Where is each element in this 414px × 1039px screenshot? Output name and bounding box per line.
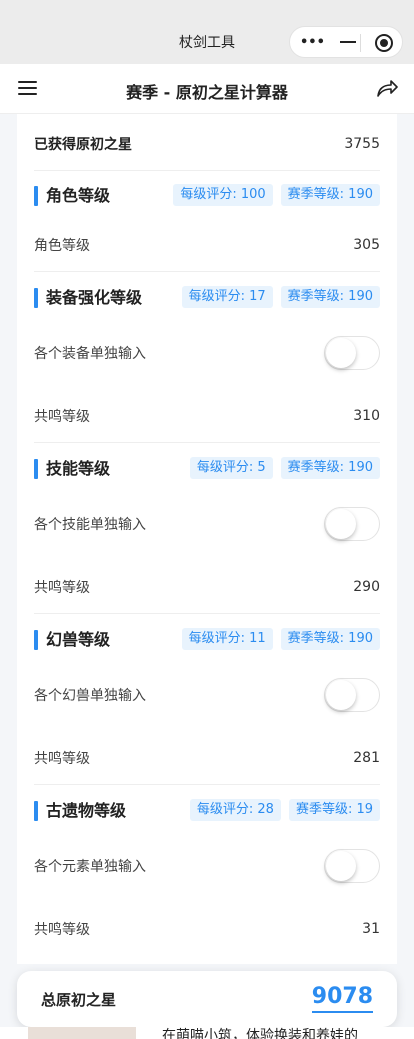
individual-input-toggle[interactable] — [324, 336, 380, 370]
toggle-label: 各个幻兽单独输入 — [34, 688, 146, 704]
toggle-knob — [326, 338, 356, 368]
section-tags: 每级评分: 100 赛季等级: 190 — [173, 184, 380, 206]
navbar: 赛季 - 原初之星计算器 — [0, 64, 414, 114]
level-row[interactable]: 共鸣等级 290 — [34, 576, 380, 598]
score-per-level-tag: 每级评分: 28 — [189, 799, 281, 821]
level-row[interactable]: 共鸣等级 281 — [34, 747, 380, 769]
ad-thumbnail — [28, 1027, 136, 1039]
total-label: 总原初之星 — [41, 991, 117, 1009]
capsule-divider — [360, 34, 361, 52]
level-input[interactable]: 305 — [353, 237, 380, 253]
season-level-tag: 赛季等级: 190 — [280, 457, 380, 479]
section-accent-bar — [34, 459, 38, 479]
calculator-card: 已获得原初之星 3755 角色等级 每级评分: 100 赛季等级: 190 角色… — [17, 114, 397, 964]
section-accent-bar — [34, 186, 38, 206]
section-title: 技能等级 — [46, 459, 111, 478]
toggle-row: 各个幻兽单独输入 — [34, 678, 380, 712]
score-per-level-tag: 每级评分: 17 — [181, 286, 273, 308]
toggle-label: 各个技能单独输入 — [34, 517, 146, 533]
toggle-knob — [326, 851, 356, 881]
divider — [34, 442, 380, 443]
section-tags: 每级评分: 11 赛季等级: 190 — [181, 628, 380, 650]
score-per-level-tag: 每级评分: 11 — [181, 628, 273, 650]
toggle-knob — [326, 509, 356, 539]
level-row[interactable]: 共鸣等级 310 — [34, 405, 380, 427]
section-tags: 每级评分: 28 赛季等级: 19 — [189, 799, 380, 821]
individual-input-toggle[interactable] — [324, 678, 380, 712]
toggle-label: 各个元素单独输入 — [34, 859, 146, 875]
section-accent-bar — [34, 630, 38, 650]
section-accent-bar — [34, 801, 38, 821]
section-header-character: 角色等级 每级评分: 100 赛季等级: 190 — [34, 184, 380, 208]
share-icon[interactable] — [376, 78, 398, 98]
section-tags: 每级评分: 17 赛季等级: 190 — [181, 286, 380, 308]
section-header-pet: 幻兽等级 每级评分: 11 赛季等级: 190 — [34, 628, 380, 652]
toggle-label: 各个装备单独输入 — [34, 346, 146, 362]
divider — [34, 784, 380, 785]
score-per-level-tag: 每级评分: 5 — [189, 457, 273, 479]
total-bar: 总原初之星 9078 — [17, 971, 397, 1027]
section-title: 装备强化等级 — [46, 288, 143, 307]
capsule-menu: ••• — [289, 26, 403, 58]
section-title: 角色等级 — [46, 186, 111, 205]
toggle-row: 各个技能单独输入 — [34, 507, 380, 541]
toggle-row: 各个装备单独输入 — [34, 336, 380, 370]
total-value: 9078 — [311, 983, 373, 1013]
ad-text: 在萌喵小筑，体验换装和养娃的 — [162, 1028, 358, 1039]
individual-input-toggle[interactable] — [324, 507, 380, 541]
toggle-row: 各个元素单独输入 — [34, 849, 380, 883]
season-level-tag: 赛季等级: 190 — [280, 184, 380, 206]
season-level-tag: 赛季等级: 19 — [288, 799, 380, 821]
page-title: 赛季 - 原初之星计算器 — [126, 83, 288, 102]
section-title: 古遗物等级 — [46, 801, 127, 820]
level-label: 共鸣等级 — [34, 922, 90, 938]
mini-program-topbar: 杖剑工具 ••• — [0, 0, 414, 64]
individual-input-toggle[interactable] — [324, 849, 380, 883]
level-input[interactable]: 281 — [353, 750, 380, 766]
level-label: 共鸣等级 — [34, 580, 90, 596]
level-label: 共鸣等级 — [34, 751, 90, 767]
divider — [34, 170, 380, 171]
section-header-skill: 技能等级 每级评分: 5 赛季等级: 190 — [34, 457, 380, 481]
level-row[interactable]: 共鸣等级 31 — [34, 918, 380, 940]
obtained-row: 已获得原初之星 3755 — [34, 134, 380, 154]
section-header-relic: 古遗物等级 每级评分: 28 赛季等级: 19 — [34, 799, 380, 823]
minimize-icon[interactable] — [340, 41, 356, 43]
season-level-tag: 赛季等级: 190 — [280, 628, 380, 650]
score-per-level-tag: 每级评分: 100 — [173, 184, 273, 206]
season-level-tag: 赛季等级: 190 — [280, 286, 380, 308]
section-accent-bar — [34, 288, 38, 308]
obtained-value: 3755 — [344, 136, 380, 152]
section-header-equipment: 装备强化等级 每级评分: 17 赛季等级: 190 — [34, 286, 380, 310]
divider — [34, 613, 380, 614]
level-label: 角色等级 — [34, 238, 90, 254]
level-label: 共鸣等级 — [34, 409, 90, 425]
ad-banner-peek[interactable]: 在萌喵小筑，体验换装和养娃的 — [0, 1027, 414, 1039]
divider — [34, 271, 380, 272]
close-target-icon[interactable] — [375, 34, 393, 52]
level-row[interactable]: 角色等级 305 — [34, 234, 380, 256]
level-input[interactable]: 310 — [353, 408, 380, 424]
obtained-label: 已获得原初之星 — [34, 137, 132, 153]
section-tags: 每级评分: 5 赛季等级: 190 — [189, 457, 380, 479]
level-input[interactable]: 290 — [353, 579, 380, 595]
toggle-knob — [326, 680, 356, 710]
section-title: 幻兽等级 — [46, 630, 111, 649]
level-input[interactable]: 31 — [362, 921, 380, 937]
more-icon[interactable]: ••• — [300, 35, 326, 50]
